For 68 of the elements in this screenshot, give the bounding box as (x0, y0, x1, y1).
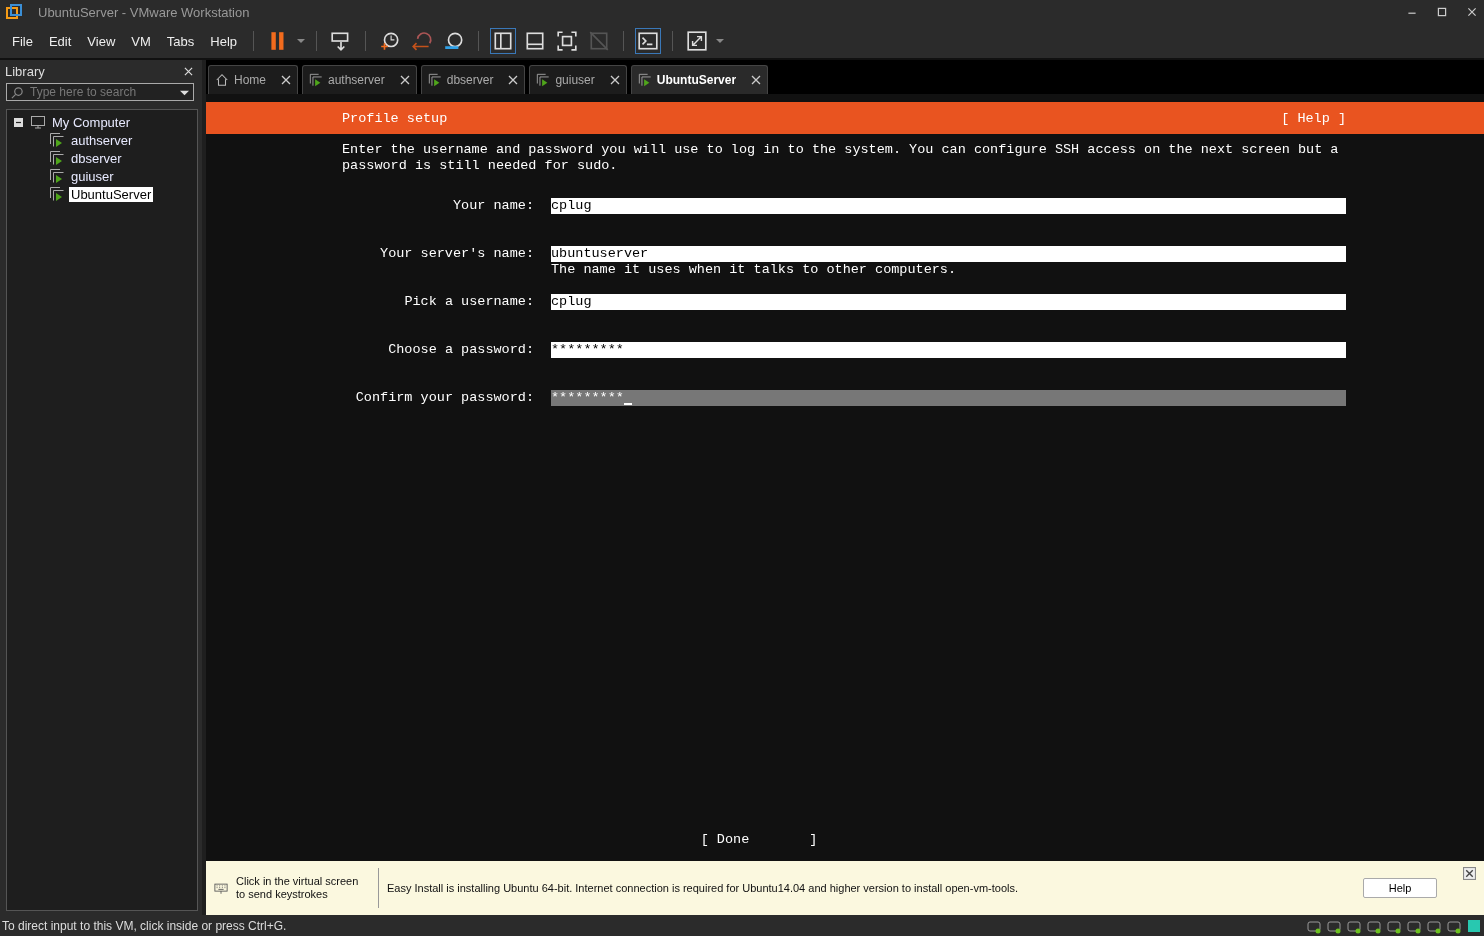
menu-item[interactable]: View (79, 33, 124, 49)
window-title: UbuntuServer - VMware Workstation (38, 4, 250, 20)
field-label: Your server's name: (379, 246, 535, 262)
home-icon (215, 73, 229, 87)
sidebar-view-icon[interactable] (491, 29, 516, 53)
tab[interactable]: UbuntuServer (630, 65, 769, 94)
tree-item[interactable]: dbserver (69, 150, 124, 166)
vm-icon (536, 73, 551, 87)
help-button[interactable]: Help (1363, 878, 1437, 898)
close-icon[interactable] (1463, 867, 1476, 880)
search-icon (11, 85, 24, 99)
vm-icon (49, 168, 65, 184)
stretch-icon[interactable] (685, 29, 710, 53)
close-icon[interactable] (399, 75, 410, 85)
close-icon[interactable] (609, 75, 620, 85)
help-button[interactable]: [ Help ] (1281, 110, 1346, 126)
tree-item[interactable]: UbuntuServer (69, 186, 154, 202)
field-label: Choose a password: (387, 342, 535, 358)
search-field[interactable]: Type here to search (6, 83, 194, 101)
input-field[interactable]: ********* (551, 342, 1346, 358)
menu-item[interactable]: Help (202, 33, 246, 49)
tree-item[interactable]: guiuser (69, 168, 116, 184)
library-title: Library (5, 64, 45, 79)
menu-item[interactable]: Tabs (158, 33, 203, 49)
console-icon[interactable] (636, 29, 661, 53)
vm-console[interactable] (206, 94, 1484, 861)
tree-item[interactable]: authserver (69, 132, 135, 148)
menu-item[interactable]: File (4, 33, 41, 49)
maximize-icon[interactable] (1436, 6, 1448, 18)
vm-icon (637, 73, 652, 87)
computer-icon (30, 114, 46, 130)
menu-item[interactable]: Edit (40, 33, 80, 49)
info-message: Easy Install is installing Ubuntu 64-bit. Internet connection is required for Ubuntu14.04 and higher version to install open-vm-tools. (387, 882, 1020, 894)
fullscreen-icon[interactable] (555, 29, 580, 53)
tab[interactable]: Home (208, 65, 298, 94)
input-field[interactable]: cplug (551, 294, 1346, 310)
keyboard-icon (214, 882, 228, 894)
revert-icon[interactable] (410, 29, 435, 53)
vm-icon (49, 150, 65, 166)
caret-icon[interactable] (296, 36, 307, 46)
tree-item[interactable]: My Computer (50, 114, 133, 130)
field-label: Confirm your password: (354, 390, 535, 406)
close-icon[interactable] (1466, 6, 1478, 18)
tab[interactable]: guiuser (529, 65, 627, 94)
close-icon[interactable] (508, 75, 519, 85)
vm-icon (309, 73, 323, 87)
tab[interactable]: dbserver (420, 65, 526, 94)
vm-icon (49, 186, 65, 202)
tab[interactable]: authserver (302, 65, 417, 94)
caret-icon[interactable] (715, 36, 726, 46)
field-label: Your name: (452, 198, 535, 214)
field-hint: The name it uses when it talks to other computers. (551, 262, 958, 278)
status-text: To direct input to this VM, click inside or press Ctrl+G. (2, 918, 287, 933)
screen-title: Profile setup (342, 110, 448, 126)
info-hint: Click in the virtual screen to send keystrokes (236, 875, 360, 901)
close-icon[interactable] (751, 75, 762, 85)
vm-icon (427, 73, 442, 87)
input-field[interactable]: cplug (551, 198, 1346, 214)
vm-icon (49, 132, 65, 148)
intro-text: Enter the username and password you will use to log in to the system. You can configure SSH access on the next screen but a password is still needed for sudo. (342, 142, 1340, 174)
field-label: Pick a username: (403, 294, 535, 310)
close-icon[interactable] (281, 75, 291, 85)
app-logo-icon (6, 4, 22, 20)
input-field[interactable]: ********* (551, 390, 1346, 406)
done-button[interactable]: [ Done ] (700, 832, 818, 847)
menu-item[interactable]: VM (123, 33, 159, 49)
input-field[interactable]: ubuntuserver (551, 246, 1346, 262)
collapse-toggle-icon[interactable] (14, 117, 23, 127)
